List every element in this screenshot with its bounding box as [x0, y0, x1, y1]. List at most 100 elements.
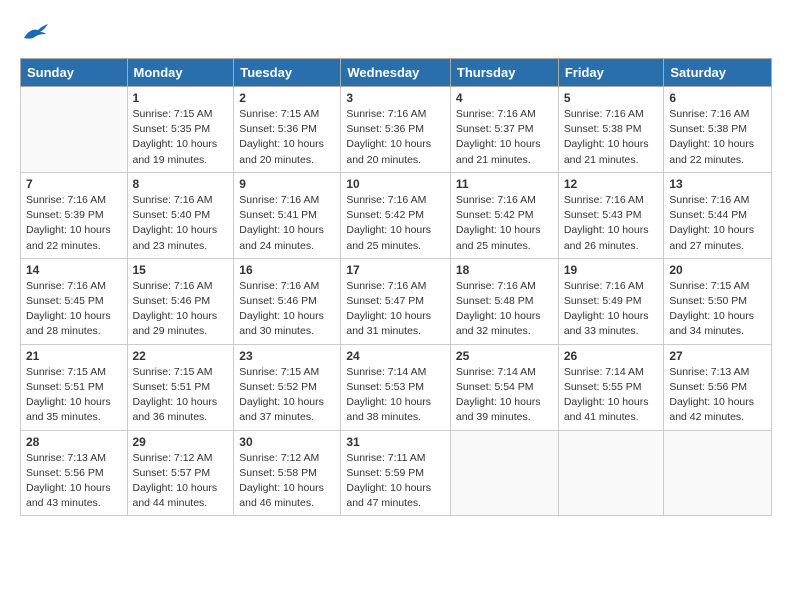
header-cell-friday: Friday — [558, 59, 664, 87]
day-cell: 30 Sunrise: 7:12 AM Sunset: 5:58 PM Dayli… — [234, 430, 341, 516]
day-info: Sunrise: 7:15 AM Sunset: 5:36 PM Dayligh… — [239, 107, 335, 168]
day-cell: 27 Sunrise: 7:13 AM Sunset: 5:56 PM Dayli… — [664, 344, 772, 430]
day-cell: 3 Sunrise: 7:16 AM Sunset: 5:36 PM Daylig… — [341, 87, 451, 173]
day-info: Sunrise: 7:16 AM Sunset: 5:44 PM Dayligh… — [669, 193, 766, 254]
day-info: Sunrise: 7:16 AM Sunset: 5:42 PM Dayligh… — [456, 193, 553, 254]
day-number: 31 — [346, 435, 445, 449]
day-cell: 28 Sunrise: 7:13 AM Sunset: 5:56 PM Dayli… — [21, 430, 128, 516]
day-info: Sunrise: 7:11 AM Sunset: 5:59 PM Dayligh… — [346, 451, 445, 512]
day-cell — [558, 430, 664, 516]
day-cell: 24Sunrise: 7:14 AM Sunset: 5:53 PM Dayli… — [341, 344, 451, 430]
day-cell: 14Sunrise: 7:16 AM Sunset: 5:45 PM Dayli… — [21, 258, 128, 344]
day-cell: 7 Sunrise: 7:16 AM Sunset: 5:39 PM Daylig… — [21, 172, 128, 258]
day-cell: 11 Sunrise: 7:16 AM Sunset: 5:42 PM Dayli… — [450, 172, 558, 258]
day-number: 30 — [239, 435, 335, 449]
day-number: 25 — [456, 349, 553, 363]
day-info: Sunrise: 7:14 AM Sunset: 5:54 PM Dayligh… — [456, 365, 553, 426]
day-number: 28 — [26, 435, 122, 449]
day-cell: 9Sunrise: 7:16 AM Sunset: 5:41 PM Daylig… — [234, 172, 341, 258]
day-info: Sunrise: 7:16 AM Sunset: 5:39 PM Dayligh… — [26, 193, 122, 254]
day-number: 20 — [669, 263, 766, 277]
day-number: 17 — [346, 263, 445, 277]
day-info: Sunrise: 7:13 AM Sunset: 5:56 PM Dayligh… — [669, 365, 766, 426]
day-info: Sunrise: 7:15 AM Sunset: 5:35 PM Dayligh… — [133, 107, 229, 168]
day-info: Sunrise: 7:16 AM Sunset: 5:38 PM Dayligh… — [564, 107, 659, 168]
header-cell-wednesday: Wednesday — [341, 59, 451, 87]
day-number: 7 — [26, 177, 122, 191]
day-number: 24 — [346, 349, 445, 363]
day-cell: 2 Sunrise: 7:15 AM Sunset: 5:36 PM Daylig… — [234, 87, 341, 173]
day-cell: 1 Sunrise: 7:15 AM Sunset: 5:35 PM Daylig… — [127, 87, 234, 173]
header-cell-thursday: Thursday — [450, 59, 558, 87]
header-cell-monday: Monday — [127, 59, 234, 87]
day-number: 1 — [133, 91, 229, 105]
day-cell: 19 Sunrise: 7:16 AM Sunset: 5:49 PM Dayli… — [558, 258, 664, 344]
day-cell: 23Sunrise: 7:15 AM Sunset: 5:52 PM Dayli… — [234, 344, 341, 430]
day-info: Sunrise: 7:12 AM Sunset: 5:58 PM Dayligh… — [239, 451, 335, 512]
day-cell: 17Sunrise: 7:16 AM Sunset: 5:47 PM Dayli… — [341, 258, 451, 344]
day-number: 3 — [346, 91, 445, 105]
day-number: 5 — [564, 91, 659, 105]
day-number: 18 — [456, 263, 553, 277]
day-cell: 29Sunrise: 7:12 AM Sunset: 5:57 PM Dayli… — [127, 430, 234, 516]
day-info: Sunrise: 7:16 AM Sunset: 5:48 PM Dayligh… — [456, 279, 553, 340]
day-info: Sunrise: 7:16 AM Sunset: 5:37 PM Dayligh… — [456, 107, 553, 168]
week-row-1: 1 Sunrise: 7:15 AM Sunset: 5:35 PM Daylig… — [21, 87, 772, 173]
day-info: Sunrise: 7:16 AM Sunset: 5:43 PM Dayligh… — [564, 193, 659, 254]
day-info: Sunrise: 7:16 AM Sunset: 5:40 PM Dayligh… — [133, 193, 229, 254]
day-cell: 22 Sunrise: 7:15 AM Sunset: 5:51 PM Dayli… — [127, 344, 234, 430]
day-number: 21 — [26, 349, 122, 363]
day-info: Sunrise: 7:15 AM Sunset: 5:51 PM Dayligh… — [26, 365, 122, 426]
week-row-3: 14Sunrise: 7:16 AM Sunset: 5:45 PM Dayli… — [21, 258, 772, 344]
day-info: Sunrise: 7:13 AM Sunset: 5:56 PM Dayligh… — [26, 451, 122, 512]
day-number: 13 — [669, 177, 766, 191]
day-cell: 15 Sunrise: 7:16 AM Sunset: 5:46 PM Dayli… — [127, 258, 234, 344]
day-cell: 13 Sunrise: 7:16 AM Sunset: 5:44 PM Dayli… — [664, 172, 772, 258]
week-row-5: 28 Sunrise: 7:13 AM Sunset: 5:56 PM Dayli… — [21, 430, 772, 516]
day-cell: 21 Sunrise: 7:15 AM Sunset: 5:51 PM Dayli… — [21, 344, 128, 430]
day-number: 2 — [239, 91, 335, 105]
day-number: 4 — [456, 91, 553, 105]
calendar-header: SundayMondayTuesdayWednesdayThursdayFrid… — [21, 59, 772, 87]
header-cell-sunday: Sunday — [21, 59, 128, 87]
day-cell: 20 Sunrise: 7:15 AM Sunset: 5:50 PM Dayli… — [664, 258, 772, 344]
header-cell-saturday: Saturday — [664, 59, 772, 87]
day-cell: 25 Sunrise: 7:14 AM Sunset: 5:54 PM Dayli… — [450, 344, 558, 430]
day-info: Sunrise: 7:15 AM Sunset: 5:51 PM Dayligh… — [133, 365, 229, 426]
day-info: Sunrise: 7:16 AM Sunset: 5:46 PM Dayligh… — [133, 279, 229, 340]
day-info: Sunrise: 7:16 AM Sunset: 5:42 PM Dayligh… — [346, 193, 445, 254]
day-info: Sunrise: 7:15 AM Sunset: 5:50 PM Dayligh… — [669, 279, 766, 340]
day-cell: 4 Sunrise: 7:16 AM Sunset: 5:37 PM Daylig… — [450, 87, 558, 173]
day-info: Sunrise: 7:16 AM Sunset: 5:36 PM Dayligh… — [346, 107, 445, 168]
day-info: Sunrise: 7:16 AM Sunset: 5:49 PM Dayligh… — [564, 279, 659, 340]
day-cell — [664, 430, 772, 516]
day-number: 14 — [26, 263, 122, 277]
day-info: Sunrise: 7:12 AM Sunset: 5:57 PM Dayligh… — [133, 451, 229, 512]
logo — [20, 20, 48, 42]
week-row-2: 7 Sunrise: 7:16 AM Sunset: 5:39 PM Daylig… — [21, 172, 772, 258]
day-cell: 18 Sunrise: 7:16 AM Sunset: 5:48 PM Dayli… — [450, 258, 558, 344]
day-number: 15 — [133, 263, 229, 277]
header-cell-tuesday: Tuesday — [234, 59, 341, 87]
logo-bird-icon — [22, 20, 50, 42]
day-cell — [21, 87, 128, 173]
day-info: Sunrise: 7:14 AM Sunset: 5:55 PM Dayligh… — [564, 365, 659, 426]
day-cell: 12 Sunrise: 7:16 AM Sunset: 5:43 PM Dayli… — [558, 172, 664, 258]
page-header — [20, 20, 772, 42]
day-number: 12 — [564, 177, 659, 191]
day-number: 11 — [456, 177, 553, 191]
header-row: SundayMondayTuesdayWednesdayThursdayFrid… — [21, 59, 772, 87]
day-number: 27 — [669, 349, 766, 363]
calendar-table: SundayMondayTuesdayWednesdayThursdayFrid… — [20, 58, 772, 516]
calendar-body: 1 Sunrise: 7:15 AM Sunset: 5:35 PM Daylig… — [21, 87, 772, 516]
day-cell: 31 Sunrise: 7:11 AM Sunset: 5:59 PM Dayli… — [341, 430, 451, 516]
day-number: 10 — [346, 177, 445, 191]
day-number: 6 — [669, 91, 766, 105]
day-number: 19 — [564, 263, 659, 277]
day-number: 16 — [239, 263, 335, 277]
day-cell: 8Sunrise: 7:16 AM Sunset: 5:40 PM Daylig… — [127, 172, 234, 258]
day-cell: 26Sunrise: 7:14 AM Sunset: 5:55 PM Dayli… — [558, 344, 664, 430]
day-info: Sunrise: 7:16 AM Sunset: 5:41 PM Dayligh… — [239, 193, 335, 254]
day-number: 22 — [133, 349, 229, 363]
day-cell: 16Sunrise: 7:16 AM Sunset: 5:46 PM Dayli… — [234, 258, 341, 344]
